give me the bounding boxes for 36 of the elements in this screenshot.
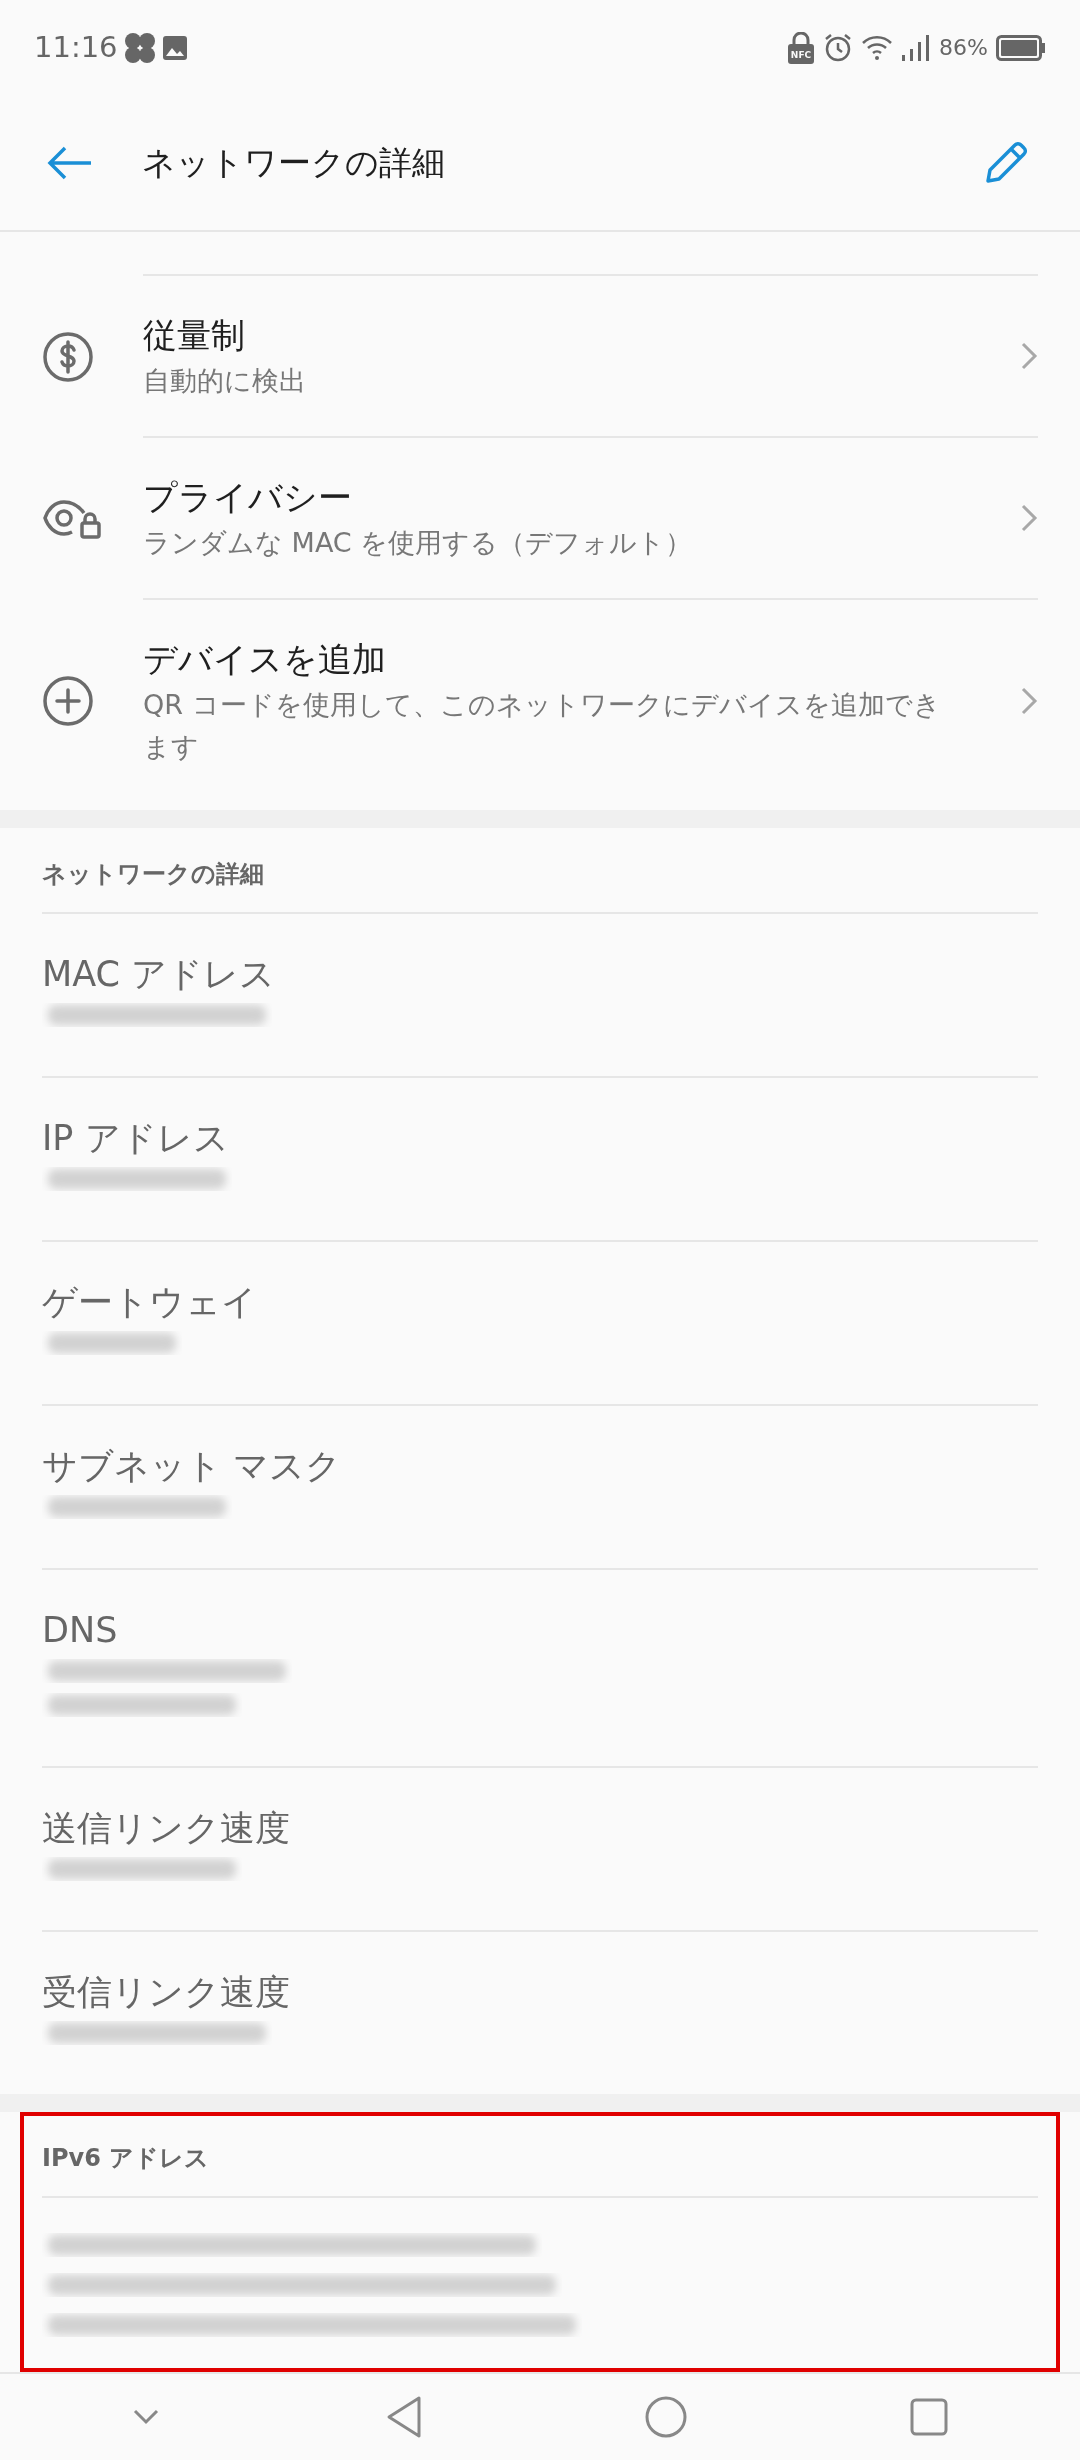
section-header: ネットワークの詳細 <box>42 859 264 890</box>
circle-home-icon <box>645 2396 688 2438</box>
settings-item[interactable]: プライバシー ランダムな MAC を使用する（デフォルト） <box>0 438 1080 600</box>
wifi-icon <box>861 34 894 61</box>
plus-circle-icon <box>42 675 94 727</box>
item-title: プライバシー <box>143 476 353 519</box>
detail-label: ゲートウェイ <box>42 1281 258 1324</box>
back-arrow-icon <box>47 144 93 181</box>
triangle-back-icon <box>385 2395 422 2439</box>
detail-label: 送信リンク速度 <box>42 1807 291 1850</box>
item-title: デバイスを追加 <box>143 638 387 681</box>
square-recents-icon <box>909 2398 948 2436</box>
detail-label: 受信リンク速度 <box>42 1971 291 2014</box>
item-subtitle: 自動的に検出 <box>143 364 307 398</box>
status-time: 11:16 <box>34 28 118 66</box>
detail-label: DNS <box>42 1609 119 1652</box>
item-subtitle: ランダムな MAC を使用する（デフォルト） <box>143 526 694 560</box>
chevron-right-icon <box>1020 686 1038 716</box>
chevron-right-icon <box>1020 503 1038 533</box>
dollar-circle-icon <box>42 331 94 383</box>
item-subtitle: QR コードを使用して、このネットワークにデバイスを追加できます <box>143 688 942 764</box>
image-icon <box>161 34 188 61</box>
page-title: ネットワークの詳細 <box>142 141 446 184</box>
settings-item[interactable]: 従量制 自動的に検出 <box>0 276 1080 438</box>
chevron-right-icon <box>1020 341 1038 371</box>
detail-label: MAC アドレス <box>42 953 277 996</box>
eye-lock-icon <box>42 497 104 541</box>
signal-icon <box>901 32 932 63</box>
battery-icon <box>996 34 1046 61</box>
battery-percent: 86% <box>939 34 988 62</box>
detail-label: サブネット マスク <box>42 1445 343 1488</box>
section-header: IPv6 アドレス <box>42 2143 210 2174</box>
chevron-down-icon <box>133 2409 160 2425</box>
item-title: 従量制 <box>143 314 246 357</box>
settings-item[interactable]: デバイスを追加 QR コードを使用して、このネットワークにデバイスを追加できます <box>0 600 1080 802</box>
detail-label: IP アドレス <box>42 1117 230 1160</box>
